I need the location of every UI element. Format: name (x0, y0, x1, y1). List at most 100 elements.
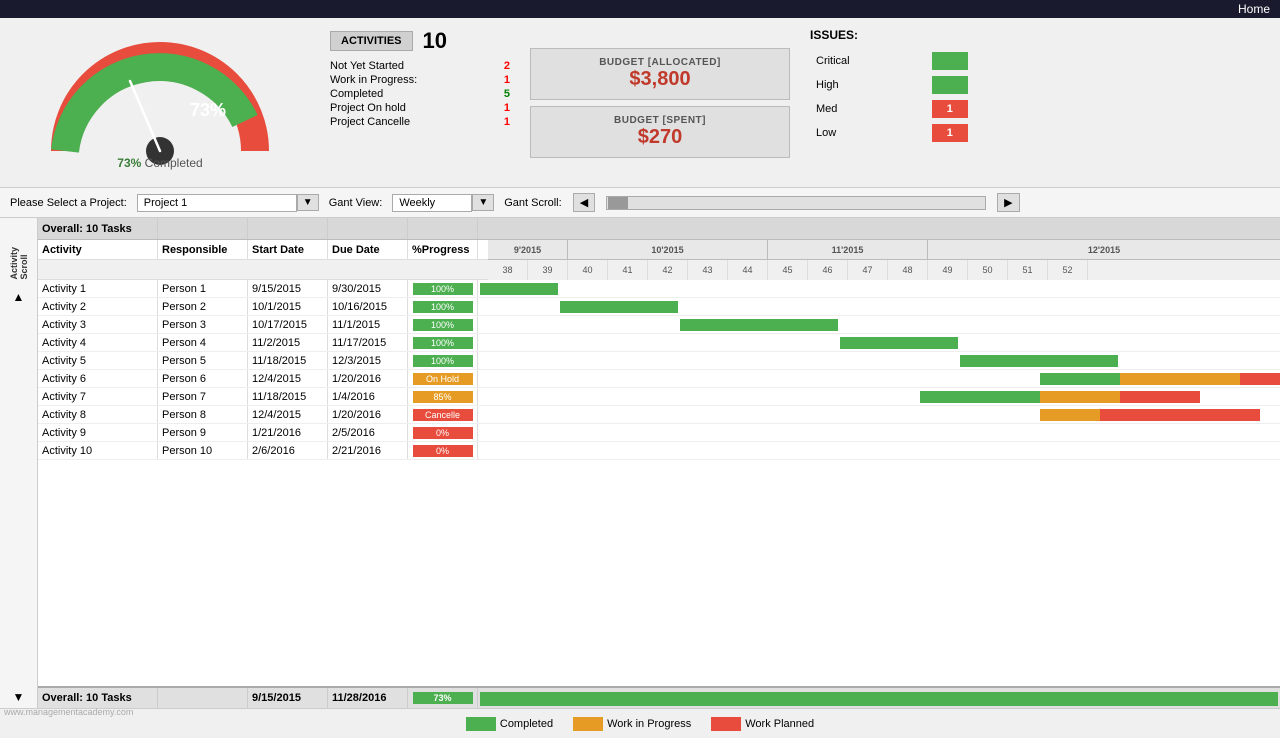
table-row: Activity 3 Person 3 10/17/2015 11/1/2015… (38, 316, 1280, 334)
cell-progress-1: 100% (408, 280, 478, 297)
project-dropdown-btn[interactable]: ▼ (297, 194, 319, 211)
week-39: 39 (528, 260, 568, 280)
act-value-4: 1 (504, 102, 510, 114)
cell-activity-9: Activity 9 (38, 424, 158, 441)
scroll-right-btn[interactable]: ▶ (997, 193, 1019, 212)
home-label[interactable]: Home (1238, 2, 1270, 16)
legend-red-box (711, 717, 741, 731)
cell-gantt-6 (478, 370, 1280, 387)
gantt-bar-4 (840, 337, 958, 349)
act-label-1: Not Yet Started (330, 60, 404, 72)
issue-row-med: Med 1 (812, 98, 1048, 120)
week-41: 41 (608, 260, 648, 280)
activities-panel: ACTIVITIES 10 Not Yet Started 2 Work in … (320, 18, 520, 187)
act-value-1: 2 (504, 60, 510, 72)
cell-start-5: 11/18/2015 (248, 352, 328, 369)
cell-progress-2: 100% (408, 298, 478, 315)
gant-view-label: Gant View: (329, 197, 383, 209)
cell-progress-3: 100% (408, 316, 478, 333)
cell-responsible-7: Person 7 (158, 388, 248, 405)
svg-text:73%: 73% (190, 100, 226, 120)
gantt-main: Overall: 10 Tasks Activity Responsible S… (38, 218, 1280, 708)
issues-table: Critical High Med 1 Low 1 (810, 48, 1050, 146)
overall-start-cell: 9/15/2015 (248, 688, 328, 708)
period-label-3: 12'2015 (928, 240, 1280, 259)
overall-due-cell: 11/28/2016 (328, 688, 408, 708)
table-row: Activity 6 Person 6 12/4/2015 1/20/2016 … (38, 370, 1280, 388)
cell-responsible-3: Person 3 (158, 316, 248, 333)
cell-responsible-2: Person 2 (158, 298, 248, 315)
table-row: Activity 5 Person 5 11/18/2015 12/3/2015… (38, 352, 1280, 370)
week-38: 38 (488, 260, 528, 280)
table-row: Activity 8 Person 8 12/4/2015 1/20/2016 … (38, 406, 1280, 424)
activity-row-5: Project Cancelle 1 (330, 116, 510, 128)
gantt-bar-6a (1040, 373, 1120, 385)
gant-view-dropdown-btn[interactable]: ▼ (472, 194, 494, 211)
cell-activity-2: Activity 2 (38, 298, 158, 315)
scroll-down-btn[interactable]: ▼ (13, 690, 25, 704)
website-watermark: www.managementacademy.com (4, 706, 133, 718)
cell-gantt-8 (478, 406, 1280, 423)
period-label-1: 10'2015 (568, 240, 768, 259)
gant-view-input[interactable] (392, 194, 472, 212)
cell-progress-10: 0% (408, 442, 478, 459)
cell-due-8: 1/20/2016 (328, 406, 408, 423)
week-51: 51 (1008, 260, 1048, 280)
top-bar: Home (0, 0, 1280, 18)
issue-badge-critical (932, 52, 968, 70)
budget-allocated-value: $3,800 (539, 68, 781, 91)
gantt-overall-header: Overall: 10 Tasks (38, 218, 1280, 240)
issue-badge-high (932, 76, 968, 94)
scroll-left-btn[interactable]: ◀ (573, 193, 595, 212)
gauge-chart: 73% (35, 36, 285, 166)
gauge-completed: Completed (145, 156, 203, 170)
table-row: Activity 9 Person 9 1/21/2016 2/5/2016 0… (38, 424, 1280, 442)
cell-due-7: 1/4/2016 (328, 388, 408, 405)
gantt-bar-6c (1240, 373, 1280, 385)
table-row: Activity 4 Person 4 11/2/2015 11/17/2015… (38, 334, 1280, 352)
cell-responsible-5: Person 5 (158, 352, 248, 369)
cell-activity-1: Activity 1 (38, 280, 158, 297)
cell-start-4: 11/2/2015 (248, 334, 328, 351)
cell-gantt-3 (478, 316, 1280, 333)
overall-progress-bar: 73% (413, 692, 473, 704)
cell-progress-9: 0% (408, 424, 478, 441)
week-42: 42 (648, 260, 688, 280)
budget-allocated-label: BUDGET [ALLOCATED] (539, 57, 781, 68)
cell-due-9: 2/5/2016 (328, 424, 408, 441)
scroll-up-btn[interactable]: ▲ (13, 290, 25, 304)
cell-progress-5: 100% (408, 352, 478, 369)
gantt-bar-5 (960, 355, 1118, 367)
gantt-data-rows: Activity 1 Person 1 9/15/2015 9/30/2015 … (38, 280, 1280, 686)
scroll-track (606, 196, 986, 210)
cell-gantt-10 (478, 442, 1280, 459)
table-row: Activity 10 Person 10 2/6/2016 2/21/2016… (38, 442, 1280, 460)
activity-row-3: Completed 5 (330, 88, 510, 100)
progress-bar-8: Cancelle (413, 409, 473, 421)
cell-progress-7: 85% (408, 388, 478, 405)
issues-panel: ISSUES: Critical High Med 1 Low 1 (800, 18, 1060, 187)
col-due-header: Due Date (328, 240, 408, 259)
issue-label-high: High (812, 74, 926, 96)
issue-row-critical: Critical (812, 50, 1048, 72)
activities-header: ACTIVITIES 10 (330, 28, 510, 54)
gantt-area: ActivityScroll ▲ ▼ Overall: 10 Tasks Act… (0, 218, 1280, 708)
cell-start-1: 9/15/2015 (248, 280, 328, 297)
cell-activity-8: Activity 8 (38, 406, 158, 423)
cell-activity-4: Activity 4 (38, 334, 158, 351)
overall-progress-cell: 73% (408, 688, 478, 708)
cell-responsible-8: Person 8 (158, 406, 248, 423)
gauge-percent: 73% (117, 156, 141, 170)
issue-label-critical: Critical (812, 50, 926, 72)
progress-bar-10: 0% (413, 445, 473, 457)
legend-wip-label: Work in Progress (607, 718, 691, 730)
project-input[interactable] (137, 194, 297, 212)
gantt-bar-1 (480, 283, 558, 295)
legend-wip: Work in Progress (573, 717, 691, 731)
activities-button[interactable]: ACTIVITIES (330, 31, 413, 51)
cell-gantt-5 (478, 352, 1280, 369)
gant-view-group: ▼ (392, 194, 494, 212)
cell-start-2: 10/1/2015 (248, 298, 328, 315)
progress-bar-4: 100% (413, 337, 473, 349)
col-responsible-header: Responsible (158, 240, 248, 259)
